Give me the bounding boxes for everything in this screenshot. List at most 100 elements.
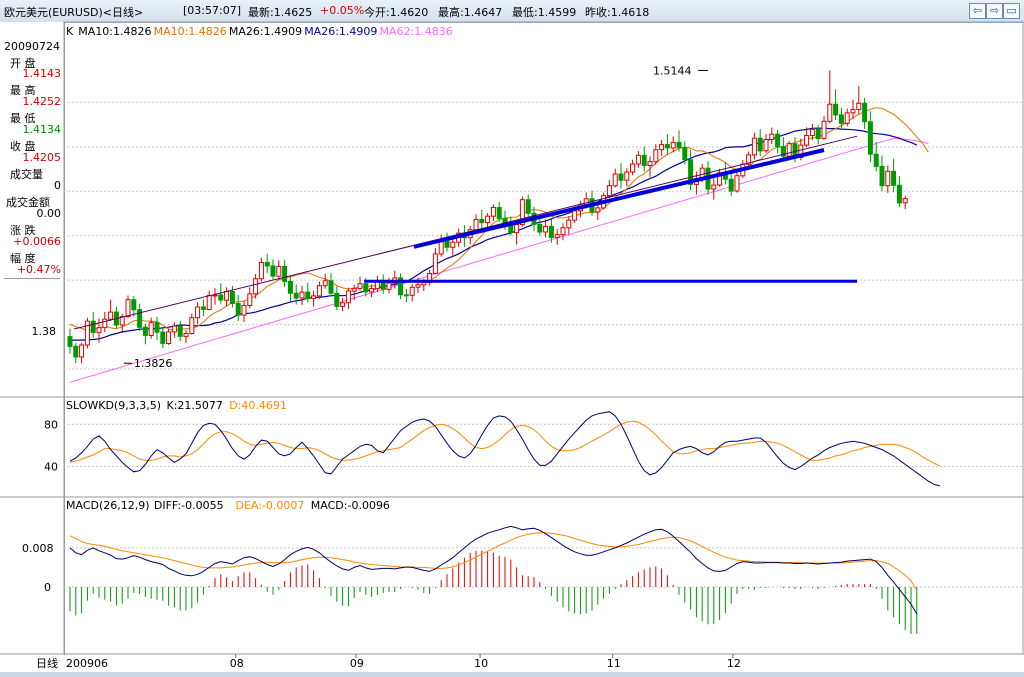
candle-body <box>108 311 114 320</box>
kd-legend-item: K:21.5077 <box>167 399 223 412</box>
candle-body <box>606 185 612 197</box>
candle-body <box>293 292 299 299</box>
candle-body <box>131 299 137 311</box>
candle-body <box>676 141 682 149</box>
candle-body <box>630 163 636 173</box>
candle-body <box>322 280 328 287</box>
candle-body <box>827 103 833 122</box>
price-legend-item: MA10:1.4826 <box>78 25 151 38</box>
price-legend-item: MA62:1.4836 <box>380 25 453 38</box>
candle-body <box>514 224 520 234</box>
candle-body <box>786 143 792 157</box>
candle-body <box>769 133 775 140</box>
candle-body <box>624 171 630 181</box>
candle-body <box>253 278 259 295</box>
candle-body <box>125 299 131 318</box>
candle-body <box>543 225 549 233</box>
macd-tick-label: 0.008 <box>22 542 54 555</box>
candle-body <box>641 154 647 167</box>
candle-body <box>815 128 821 140</box>
candle-body <box>363 283 369 293</box>
candle-body <box>664 144 670 149</box>
candle-body <box>804 135 810 146</box>
candle-body <box>96 327 102 334</box>
price-legend-item: MA26:1.4909 <box>304 25 377 38</box>
candle-body <box>856 102 862 111</box>
candle-body <box>84 320 90 346</box>
candle-body <box>102 318 108 329</box>
candle-body <box>525 199 531 214</box>
candle-body <box>177 325 183 337</box>
candle-body <box>560 227 566 236</box>
candle-body <box>299 291 305 299</box>
candle-body <box>247 293 253 306</box>
macd-legend-item: MACD(26,12,9) <box>66 499 150 512</box>
price-legend-item: K <box>66 25 74 38</box>
candle-body <box>258 261 264 280</box>
candle-body <box>206 295 212 310</box>
candle-body <box>183 333 189 337</box>
candle-body <box>351 287 357 292</box>
candle-body <box>659 144 665 151</box>
kd-tick-label: 40 <box>44 461 58 474</box>
trendline-rising-support-bold <box>413 148 825 249</box>
candle-body <box>838 114 844 124</box>
candle-body <box>862 102 868 123</box>
candle-body <box>218 294 224 301</box>
candle-body <box>537 223 543 233</box>
candle-body <box>386 282 392 290</box>
candle-body <box>305 291 311 300</box>
candle-body <box>90 320 96 334</box>
candle-body <box>270 265 276 277</box>
candle-body <box>809 128 815 137</box>
candle-body <box>734 175 740 192</box>
candle-body <box>490 207 496 217</box>
candle-body <box>287 281 293 294</box>
candle-body <box>316 285 322 297</box>
chart-area[interactable]: K MA10:1.4826 MA10:1.4826 MA26:1.4909 MA26:1… <box>0 0 1024 677</box>
candle-body <box>548 225 554 238</box>
candle-body <box>432 253 438 274</box>
candle-body <box>311 295 317 300</box>
candle-body <box>572 210 578 221</box>
candle-body <box>896 184 902 204</box>
candle-body <box>612 173 618 187</box>
candle-body <box>867 121 873 155</box>
candle-body <box>850 109 856 114</box>
macd-legend-item: MACD:-0.0096 <box>311 499 390 512</box>
candle-body <box>328 280 334 294</box>
x-tick-label: 12 <box>727 657 741 670</box>
candle-body <box>757 137 763 152</box>
candle-body <box>653 149 659 163</box>
price-legend-item: MA26:1.4909 <box>229 25 302 38</box>
d-line <box>69 420 941 467</box>
candle-body <box>148 322 154 337</box>
candle-body <box>369 288 375 293</box>
x-tick-label: 200906 <box>66 657 108 670</box>
candle-body <box>345 290 351 304</box>
candle-body <box>618 173 624 181</box>
candle-body <box>67 336 73 347</box>
candle-body <box>891 170 897 186</box>
x-tick-label: 09 <box>350 657 364 670</box>
candle-body <box>229 291 235 304</box>
candle-body <box>195 306 201 319</box>
candle-body <box>821 120 827 140</box>
candle-body <box>166 331 172 344</box>
candle-body <box>682 147 688 161</box>
candle-body <box>241 305 247 316</box>
kd-tick-label: 80 <box>44 418 58 431</box>
candle-body <box>276 265 282 277</box>
candle-body <box>751 137 757 156</box>
candle-body <box>508 224 514 234</box>
candle-body <box>833 103 839 116</box>
candle-body <box>171 325 177 333</box>
candle-body <box>415 284 421 288</box>
candle-body <box>647 161 653 166</box>
candle-body <box>357 283 363 289</box>
status-bar <box>0 672 1024 677</box>
candle-body <box>409 286 415 296</box>
candle-body <box>879 165 885 187</box>
candle-body <box>450 241 456 248</box>
kd-legend-item: D:40.4691 <box>229 399 287 412</box>
